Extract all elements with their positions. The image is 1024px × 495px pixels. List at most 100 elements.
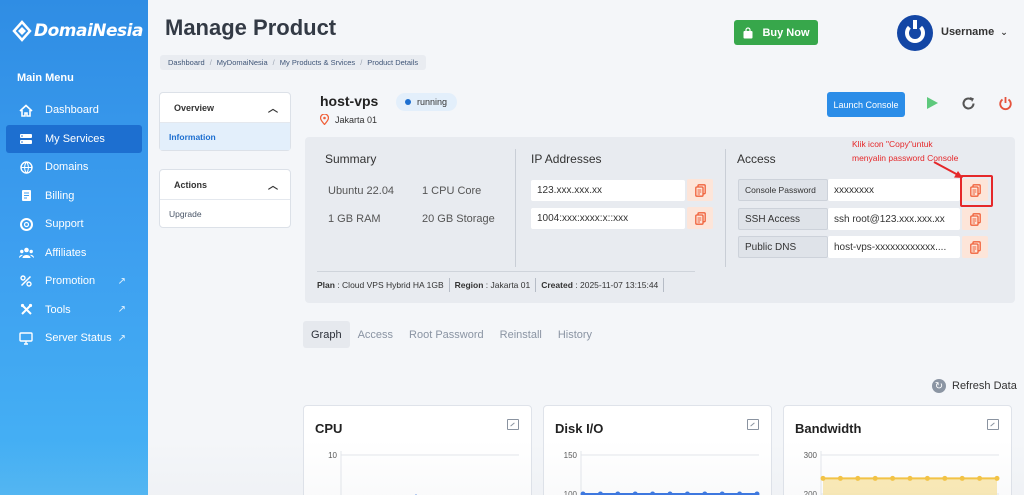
brand-name: DomaiNesia (34, 21, 143, 41)
sidebar-item-tools[interactable]: Tools ↗ (0, 296, 148, 325)
copy-public-dns-button[interactable] (962, 236, 988, 258)
status-label: running (417, 97, 448, 107)
tab-history[interactable]: History (550, 321, 600, 348)
chevron-down-icon: ⌄ (1000, 27, 1008, 37)
data-point (977, 475, 983, 481)
actions-panel-header[interactable]: Actions ︿ (160, 170, 290, 200)
panel-item-upgrade[interactable]: Upgrade (160, 200, 290, 227)
data-point (872, 475, 878, 481)
copy-icon (694, 183, 706, 197)
data-point (837, 475, 843, 481)
copy-ssh-access-button[interactable] (962, 208, 988, 230)
ssh-access-field[interactable]: ssh root@123.xxx.xxx.xx (828, 208, 960, 230)
data-point (737, 491, 743, 495)
status-badge: running (396, 93, 458, 111)
sidebar-item-affiliates[interactable]: Affiliates (0, 239, 148, 268)
ipv4-field[interactable]: 123.xxx.xxx.xx (531, 180, 685, 201)
data-point (684, 491, 690, 495)
console-password-label: Console Password (738, 179, 828, 201)
external-link-icon: ↗ (117, 275, 126, 287)
product-location: Jakarta 01 (320, 114, 377, 125)
start-button[interactable] (924, 93, 940, 113)
brand-logo[interactable]: DomaiNesia (12, 20, 143, 42)
sidebar-item-support[interactable]: Support (0, 210, 148, 239)
status-dot-icon (405, 99, 411, 105)
percent-icon (18, 274, 34, 288)
refresh-data-button[interactable]: ↻ Refresh Data (932, 379, 1017, 393)
sidebar-item-server-status[interactable]: Server Status ↗ (0, 324, 148, 353)
breadcrumb-item[interactable]: MyDomaiNesia (217, 58, 268, 67)
tab-root-password[interactable]: Root Password (401, 321, 492, 348)
user-menu[interactable]: Username ⌄ (941, 26, 1008, 38)
monitor-icon (18, 331, 34, 345)
summary-cpu: 1 CPU Core (422, 185, 482, 197)
ipv6-field[interactable]: 1004:xxx:xxxx:x::xxx (531, 208, 685, 229)
access-title: Access (737, 152, 776, 166)
plan-value: Cloud VPS Hybrid HA 1GB (342, 279, 444, 290)
label-colon: : (334, 279, 343, 290)
restart-icon (962, 96, 974, 109)
sidebar-item-label: Server Status (45, 332, 112, 345)
copy-ipv6-button[interactable] (687, 207, 713, 229)
data-point (667, 491, 673, 495)
actions-panel: Actions ︿ Upgrade (159, 169, 291, 228)
y-tick-label: 100 (564, 490, 578, 495)
summary-ram: 1 GB RAM (328, 213, 381, 225)
sidebar-item-dashboard[interactable]: Dashboard (0, 96, 148, 125)
sidebar-item-label: My Services (45, 132, 105, 145)
y-tick-label: 150 (564, 451, 578, 460)
disk-io-graph-card: Disk I/O 150 100 (543, 405, 772, 495)
plan-details: Plan : Cloud VPS Hybrid HA 1GB Region : … (317, 271, 695, 295)
breadcrumb-separator: / (209, 58, 212, 67)
copy-ipv4-button[interactable] (687, 179, 713, 201)
console-password-field[interactable]: xxxxxxxx (828, 179, 960, 201)
plan-divider (448, 277, 450, 292)
sidebar-item-my-services[interactable]: My Services (6, 124, 142, 153)
plan-divider (535, 277, 537, 292)
section-divider (515, 149, 516, 267)
cpu-graph-card: CPU 10 (303, 405, 532, 495)
region-label: Region (454, 279, 484, 290)
buy-now-label: Buy Now (762, 26, 810, 39)
data-point (615, 491, 621, 495)
overview-panel: Overview ︿ Information (159, 92, 291, 151)
breadcrumb-item[interactable]: Dashboard (168, 58, 205, 67)
buy-now-button[interactable]: Buy Now (734, 20, 818, 45)
plan-label: Plan (317, 279, 335, 290)
overview-panel-header[interactable]: Overview ︿ (160, 93, 290, 123)
data-point (855, 475, 861, 481)
copy-icon (694, 211, 706, 225)
label-colon: : (483, 279, 491, 290)
data-point (907, 475, 913, 481)
data-point (942, 475, 948, 481)
breadcrumb-item[interactable]: My Products & Srvices (280, 58, 355, 67)
breadcrumb-separator: / (360, 58, 363, 67)
data-point (994, 475, 1000, 481)
sidebar-item-label: Domains (45, 161, 89, 174)
data-point (754, 491, 760, 495)
y-tick-label: 200 (804, 490, 818, 495)
highlight-box (960, 175, 993, 207)
tab-access[interactable]: Access (350, 321, 401, 348)
tab-graph[interactable]: Graph (303, 321, 350, 348)
tab-reinstall[interactable]: Reinstall (492, 321, 550, 348)
launch-console-button[interactable]: Launch Console (827, 92, 905, 117)
data-point (820, 475, 826, 481)
power-icon (998, 96, 1012, 110)
data-point (632, 491, 638, 495)
avatar[interactable] (897, 15, 933, 51)
panel-item-information[interactable]: Information (160, 123, 290, 150)
product-tabs: Graph Access Root Password Reinstall His… (303, 321, 600, 348)
sidebar-item-promotion[interactable]: Promotion ↗ (0, 267, 148, 296)
data-point (924, 475, 930, 481)
billing-icon (18, 189, 34, 203)
plan-divider (663, 277, 665, 292)
restart-button[interactable] (960, 93, 976, 113)
created-value: 2025-11-07 13:15:44 (579, 279, 659, 290)
copy-icon (969, 240, 981, 254)
sidebar-item-domains[interactable]: Domains (0, 153, 148, 182)
sidebar-item-label: Dashboard (45, 104, 99, 117)
public-dns-field[interactable]: host-vps-xxxxxxxxxxxx.... (828, 236, 960, 258)
power-button[interactable] (997, 93, 1013, 113)
sidebar-item-billing[interactable]: Billing (0, 182, 148, 211)
